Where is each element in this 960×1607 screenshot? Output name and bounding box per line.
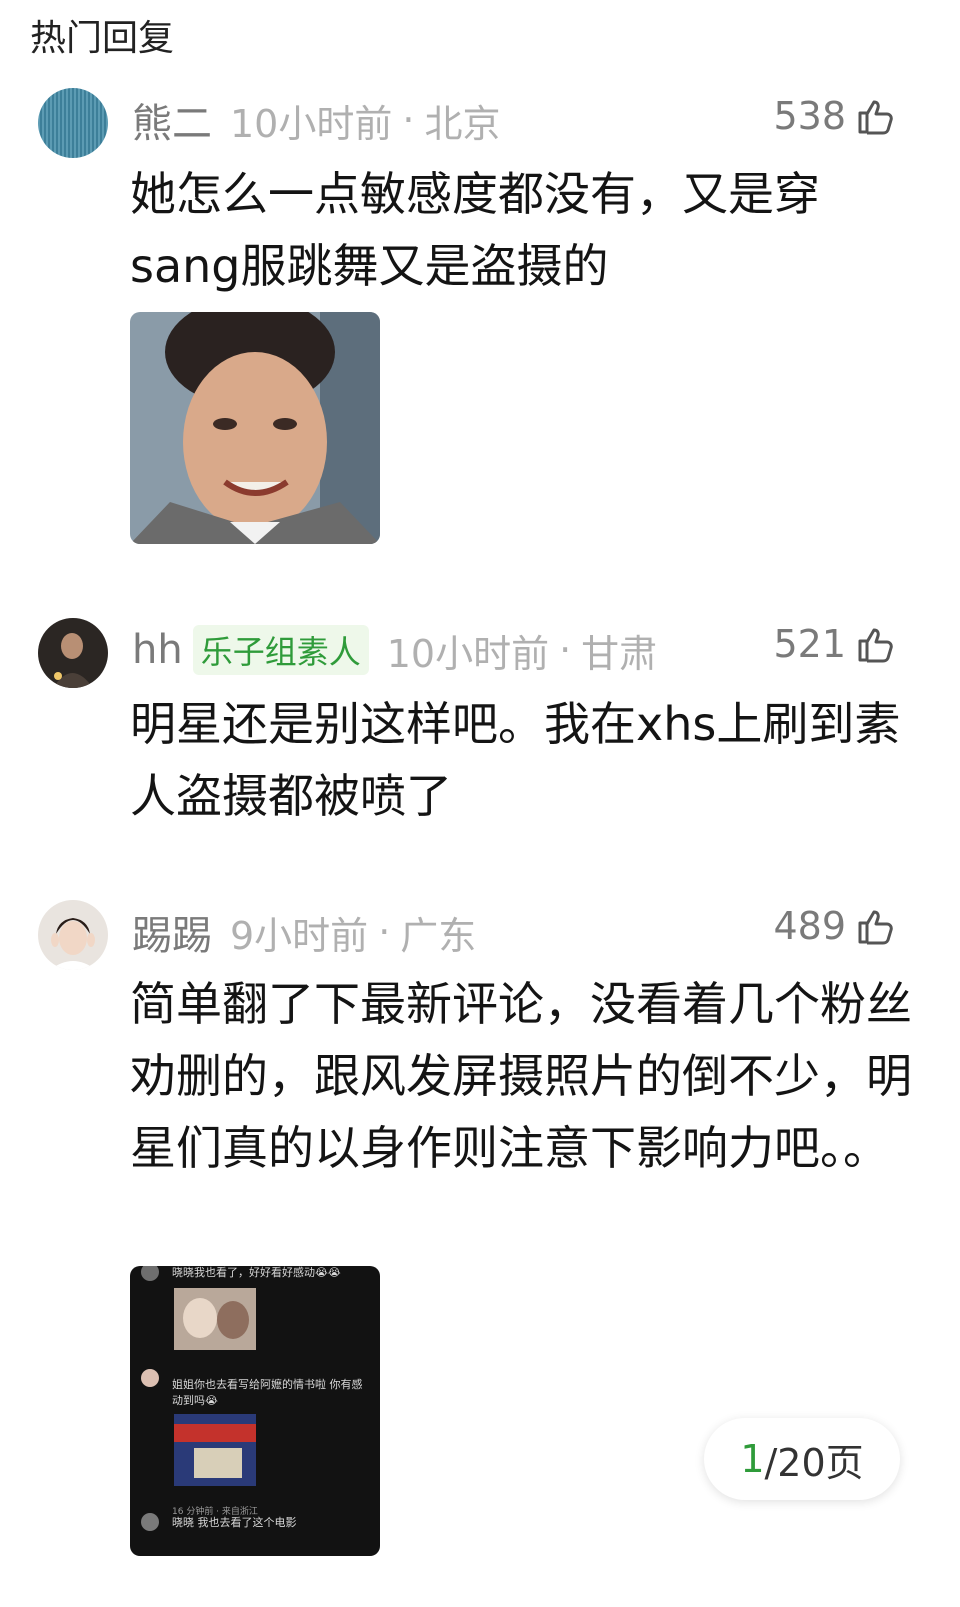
thumbs-up-icon <box>858 628 893 663</box>
comment-screenshot-image[interactable]: 晓晓我也看了，好好看好感动😭😭 姐姐你也去看写给阿嬷的情书啦 你有感 动到吗😭 … <box>130 1266 380 1556</box>
location: 广东 <box>400 913 477 958</box>
like-count: 521 <box>773 622 846 666</box>
comment-text: 她怎么一点敏感度都没有，又是穿sang服跳舞又是盗摄的 <box>130 167 820 293</box>
page-indicator[interactable]: 1/20页 <box>704 1418 900 1500</box>
total-pages: /20页 <box>764 1440 864 1485</box>
separator-dot: · <box>559 628 572 672</box>
like-count: 538 <box>773 94 846 138</box>
section-title: 热门回复 <box>30 18 175 59</box>
separator-dot: · <box>402 98 415 142</box>
thumbs-up-icon <box>858 100 893 135</box>
comment-image[interactable] <box>130 312 380 544</box>
screenshot-line: 晓晓我也看了，好好看好感动😭😭 <box>172 1266 341 1279</box>
like-button[interactable]: 489 <box>773 898 896 954</box>
screenshot-line: 晓晓 我也去看了这个电影 <box>172 1515 297 1529</box>
screenshot-line: 动到吗😭 <box>172 1394 218 1407</box>
timestamp: 10小时前 <box>230 101 393 146</box>
current-page: 1 <box>740 1437 765 1481</box>
user-badge: 乐子组素人 <box>192 625 369 675</box>
timestamp: 10小时前 <box>386 631 550 676</box>
location: 甘肃 <box>581 631 658 676</box>
screenshot-line: 姐姐你也去看写给阿嬷的情书啦 你有感 <box>172 1377 363 1391</box>
comment-meta: hh 乐子组素人 10小时前 · 甘肃 <box>132 622 657 678</box>
like-button[interactable]: 538 <box>773 88 896 144</box>
comment-meta: 熊二 10小时前 · 北京 <box>132 92 500 148</box>
avatar[interactable] <box>38 88 108 158</box>
like-button[interactable]: 521 <box>773 616 896 672</box>
like-count: 489 <box>773 904 846 948</box>
comment-text: 明星还是别这样吧。我在xhs上刷到素人盗摄都被喷了 <box>130 697 901 823</box>
timestamp: 9小时前 <box>230 913 369 958</box>
thumbs-up-icon <box>858 910 893 945</box>
comment-meta: 踢踢 9小时前 · 广东 <box>132 904 476 960</box>
location: 北京 <box>424 101 501 146</box>
username[interactable]: 熊二 <box>132 91 212 149</box>
avatar[interactable] <box>38 900 108 970</box>
separator-dot: · <box>378 910 391 954</box>
username[interactable]: 踢踢 <box>132 903 212 961</box>
comment-text: 简单翻了下最新评论，没看着几个粉丝劝删的，跟风发屏摄照片的倒不少，明星们真的以身… <box>130 977 912 1175</box>
avatar[interactable] <box>38 618 108 688</box>
username[interactable]: hh <box>132 627 183 673</box>
